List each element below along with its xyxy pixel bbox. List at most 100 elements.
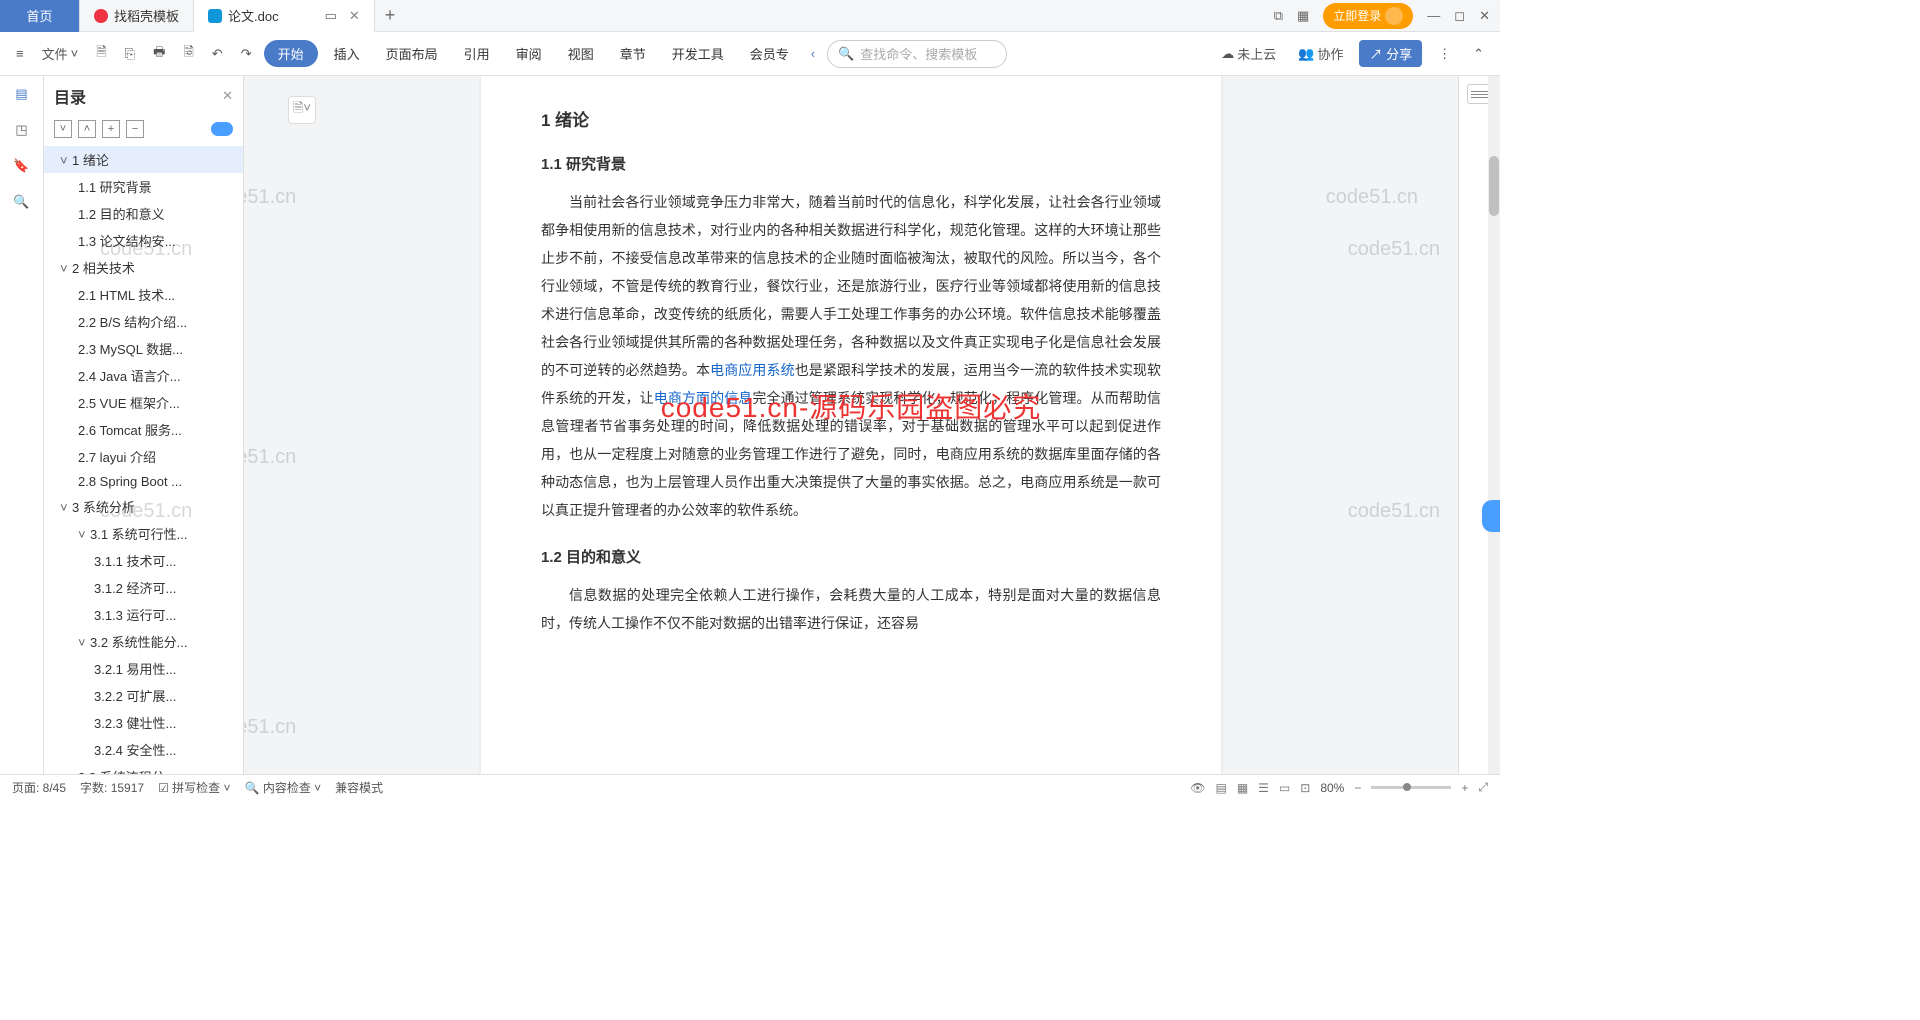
print-icon[interactable]: 🖶 (147, 39, 171, 69)
view-icon[interactable]: ◳ (15, 122, 27, 138)
zoom-slider[interactable] (1371, 786, 1451, 789)
search-box[interactable]: 🔍查找命令、搜索模板 (827, 40, 1007, 68)
outline-panel: 目录 ✕ ˅ ˄ + − ˅1 绪论1.1 研究背景1.2 目的和意义1.3 论… (44, 76, 244, 774)
share-button[interactable]: ↗ 分享 (1359, 40, 1422, 67)
outline-node[interactable]: 3.2.3 健壮性... (44, 709, 243, 736)
layout-icon[interactable]: ⧉ (1274, 8, 1283, 24)
outline-node[interactable]: 1.2 目的和意义 (44, 200, 243, 227)
remove-icon[interactable]: − (126, 120, 144, 138)
view-outline-icon[interactable]: ☰ (1258, 781, 1269, 795)
preview-icon[interactable]: 🗟 (177, 39, 199, 69)
zoom-out-icon[interactable]: − (1354, 781, 1361, 795)
outline-node[interactable]: 3.2.2 可扩展... (44, 682, 243, 709)
outline-node[interactable]: 3.2.4 安全性... (44, 736, 243, 763)
outline-node[interactable]: 2.5 VUE 框架介... (44, 389, 243, 416)
paragraph: 信息数据的处理完全依赖人工进行操作，会耗费大量的人工成本，特别是面对大量的数据信… (541, 581, 1161, 637)
grid-icon[interactable]: ▦ (1297, 8, 1309, 24)
scrollbar[interactable] (1488, 76, 1500, 774)
eye-icon[interactable]: 👁 (1190, 781, 1205, 795)
content-check-button[interactable]: 🔍 内容检查 ˅ (245, 779, 322, 796)
tab-doc[interactable]: 论文.doc▭✕ (194, 0, 375, 32)
collapse-ribbon-icon[interactable]: ⌃ (1467, 42, 1490, 66)
heading-1-1: 1.1 研究背景 (541, 153, 1161, 174)
outline-node[interactable]: 2.7 layui 介绍 (44, 443, 243, 470)
outline-node[interactable]: 2.8 Spring Boot ... (44, 470, 243, 493)
find-icon[interactable]: 🔍 (13, 194, 29, 210)
view-page-icon[interactable]: ▤ (1215, 781, 1226, 795)
tab-member[interactable]: 会员专 (740, 40, 799, 67)
bookmark-icon[interactable]: 🔖 (13, 158, 29, 174)
outline-node[interactable]: 2.3 MySQL 数据... (44, 335, 243, 362)
link-ecommerce-system[interactable]: 电商应用系统 (710, 362, 795, 378)
tab-home[interactable]: 首页 (0, 0, 80, 32)
more-icon[interactable]: ⋮ (1432, 42, 1457, 66)
outline-node[interactable]: ˅3.1 系统可行性... (44, 520, 243, 547)
maximize-icon[interactable]: ◻ (1454, 8, 1465, 24)
page-indicator[interactable]: 页面: 8/45 (12, 779, 66, 796)
view-web-icon[interactable]: ▦ (1237, 781, 1248, 795)
tab-view[interactable]: 视图 (558, 40, 604, 67)
zoom-value[interactable]: 80% (1320, 781, 1344, 795)
fullscreen-icon[interactable]: ⤢ (1478, 780, 1488, 795)
file-menu[interactable]: 文件 ˅ (36, 40, 85, 67)
tab-template[interactable]: 找稻壳模板 (80, 0, 194, 32)
login-button[interactable]: 立即登录 (1323, 3, 1413, 29)
close-tab-icon[interactable]: ✕ (349, 8, 360, 24)
outline-node[interactable]: 2.6 Tomcat 服务... (44, 416, 243, 443)
minimize-icon[interactable]: — (1427, 8, 1440, 23)
expand-all-icon[interactable]: ˄ (78, 120, 96, 138)
outline-node[interactable]: 2.4 Java 语言介... (44, 362, 243, 389)
spellcheck-button[interactable]: ☑ 拼写检查 ˅ (158, 779, 230, 796)
compat-mode[interactable]: 兼容模式 (335, 779, 383, 796)
tab-dev[interactable]: 开发工具 (662, 40, 734, 67)
outline-node[interactable]: 3.3 系统流程分 (44, 763, 243, 774)
zoom-fit-icon[interactable]: ⊡ (1300, 781, 1310, 795)
tab-dual-icon[interactable]: ▭ (325, 8, 337, 24)
outline-node[interactable]: 2.1 HTML 技术... (44, 281, 243, 308)
outline-node[interactable]: 2.2 B/S 结构介绍... (44, 308, 243, 335)
cloud-button[interactable]: ☁ 未上云 (1215, 40, 1282, 67)
wps-doc-icon (208, 9, 222, 23)
add-icon[interactable]: + (102, 120, 120, 138)
tab-layout[interactable]: 页面布局 (376, 40, 448, 67)
heading-1: 1 绪论 (541, 106, 1161, 131)
toggle-icon[interactable] (211, 122, 233, 136)
nav-prev-icon[interactable]: ‹ (805, 42, 821, 65)
outline-node[interactable]: ˅1 绪论 (44, 146, 243, 173)
outline-icon[interactable]: ▤ (15, 86, 27, 102)
tab-insert[interactable]: 插入 (324, 40, 370, 67)
outline-node[interactable]: 1.1 研究背景 (44, 173, 243, 200)
ribbon: ≡ 文件 ˅ 🗎 ⎘ 🖶 🗟 ↶ ↷ 开始 插入 页面布局 引用 审阅 视图 章… (0, 32, 1500, 76)
document-page[interactable]: 1 绪论 1.1 研究背景 当前社会各行业领域竞争压力非常大，随着当前时代的信息… (481, 76, 1221, 774)
menu-icon[interactable]: ≡ (10, 42, 30, 65)
outline-node[interactable]: 3.1.1 技术可... (44, 547, 243, 574)
save-icon[interactable]: 🗎 (90, 39, 112, 69)
new-tab-button[interactable]: + (375, 5, 406, 26)
collapse-all-icon[interactable]: ˅ (54, 120, 72, 138)
redo-icon[interactable]: ↷ (235, 42, 258, 66)
link-ecommerce-info[interactable]: 电商方面的信息 (654, 390, 753, 406)
export-icon[interactable]: ⎘ (119, 42, 141, 66)
close-window-icon[interactable]: ✕ (1479, 8, 1490, 24)
outline-node[interactable]: ˅2 相关技术 (44, 254, 243, 281)
outline-node[interactable]: ˅3.2 系统性能分... (44, 628, 243, 655)
view-read-icon[interactable]: ▭ (1279, 781, 1290, 795)
outline-node[interactable]: 3.1.3 运行可... (44, 601, 243, 628)
outline-node[interactable]: 3.2.1 易用性... (44, 655, 243, 682)
tab-chapter[interactable]: 章节 (610, 40, 656, 67)
side-handle[interactable] (1482, 500, 1500, 532)
tab-reference[interactable]: 引用 (454, 40, 500, 67)
word-count[interactable]: 字数: 15917 (80, 779, 144, 796)
collab-button[interactable]: 👥 协作 (1292, 40, 1349, 67)
close-outline-icon[interactable]: ✕ (222, 88, 233, 104)
search-icon: 🔍 (838, 46, 854, 62)
undo-icon[interactable]: ↶ (206, 42, 229, 66)
outline-node[interactable]: 3.1.2 经济可... (44, 574, 243, 601)
zoom-in-icon[interactable]: + (1461, 781, 1468, 795)
flame-icon (94, 9, 108, 23)
outline-node[interactable]: 1.3 论文结构安... (44, 227, 243, 254)
tab-review[interactable]: 审阅 (506, 40, 552, 67)
page-action-icon[interactable]: 🗎˅ (288, 96, 316, 124)
outline-node[interactable]: ˅3 系统分析 (44, 493, 243, 520)
tab-start[interactable]: 开始 (264, 40, 318, 67)
